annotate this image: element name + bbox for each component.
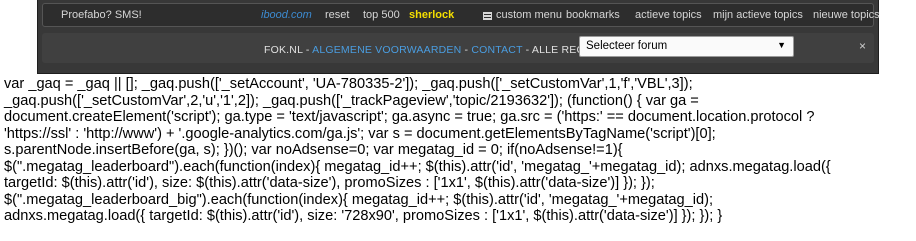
raw-script-text: var _gaq = _gaq || []; _gaq.push(['_setA… [4, 76, 914, 225]
footer-legal-bar: FOK.NL - ALGEMENE VOORWAARDEN - CONTACT … [42, 33, 874, 63]
close-icon[interactable]: × [859, 39, 866, 53]
code-line: $(".megatag_leaderboard").each(function(… [4, 158, 831, 175]
code-line: $(".megatag_leaderboard_big").each(funct… [4, 191, 714, 208]
actieve-topics-link[interactable]: actieve topics [635, 9, 702, 21]
sherlock-link[interactable]: sherlock [409, 9, 454, 21]
separator: - [461, 44, 472, 56]
menu-icon [483, 12, 492, 20]
code-line: var _gaq = _gaq || []; _gaq.push(['_setA… [4, 76, 693, 92]
code-line: targetId: $(this).attr('id'), size: $(th… [4, 175, 655, 191]
footer-nav-bar: Proefabo? SMS! ibood.com reset top 500 s… [42, 3, 880, 27]
code-line: adnxs.megatag.load({ targetId: $(this).a… [4, 208, 723, 224]
top500-link[interactable]: top 500 [363, 9, 400, 21]
forum-select-value: Selecteer forum [586, 40, 668, 52]
site-footer: Proefabo? SMS! ibood.com reset top 500 s… [37, 0, 880, 74]
custom-menu-link[interactable]: custom menu [496, 9, 562, 21]
bookmarks-link[interactable]: bookmarks [566, 9, 620, 21]
code-line: document.createElement('script'); ga.typ… [4, 109, 815, 125]
site-name: FOK.NL [264, 44, 303, 56]
contact-link[interactable]: CONTACT [471, 44, 522, 56]
forum-select[interactable]: Selecteer forum ▼ [579, 36, 794, 57]
proefabo-link[interactable]: Proefabo? SMS! [61, 9, 142, 21]
voorwaarden-link[interactable]: ALGEMENE VOORWAARDEN [312, 44, 461, 56]
mijn-actieve-topics-link[interactable]: mijn actieve topics [713, 9, 803, 21]
code-line: s.parentNode.insertBefore(ga, s); })(); … [4, 142, 623, 158]
nieuwe-topics-link[interactable]: nieuwe topics [813, 9, 880, 21]
separator: - [302, 44, 313, 56]
dropdown-arrow-icon: ▼ [777, 40, 786, 50]
code-line: 'https://ssl' : 'http://www') + '.google… [4, 125, 716, 142]
code-line: _gaq.push(['_setCustomVar',2,'u','1',2])… [4, 92, 699, 109]
ibood-link[interactable]: ibood.com [261, 9, 312, 21]
reset-link[interactable]: reset [325, 9, 349, 21]
